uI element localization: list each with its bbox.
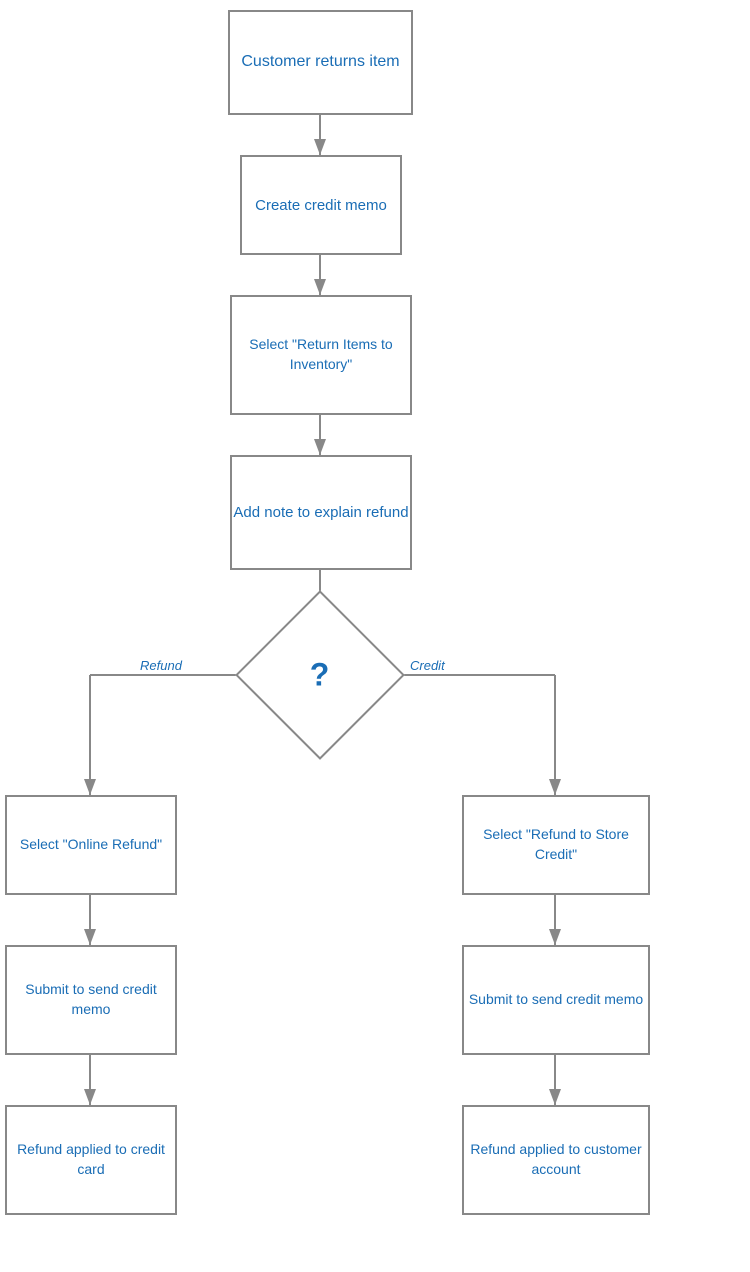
customer-returns-box: Customer returns item bbox=[228, 10, 413, 115]
credit-label: Credit bbox=[410, 658, 445, 673]
select-online-refund-box: Select "Online Refund" bbox=[5, 795, 177, 895]
flowchart: Customer returns item Create credit memo… bbox=[0, 0, 750, 1272]
add-note-box: Add note to explain refund bbox=[230, 455, 412, 570]
decision-diamond: ? bbox=[260, 615, 380, 735]
select-return-box: Select "Return Items to Inventory" bbox=[230, 295, 412, 415]
submit-right-box: Submit to send credit memo bbox=[462, 945, 650, 1055]
select-store-credit-box: Select "Refund to Store Credit" bbox=[462, 795, 650, 895]
create-memo-box: Create credit memo bbox=[240, 155, 402, 255]
submit-left-box: Submit to send credit memo bbox=[5, 945, 177, 1055]
decision-label: ? bbox=[310, 656, 330, 693]
result-left-box: Refund applied to credit card bbox=[5, 1105, 177, 1215]
refund-label: Refund bbox=[140, 658, 182, 673]
result-right-box: Refund applied to customer account bbox=[462, 1105, 650, 1215]
